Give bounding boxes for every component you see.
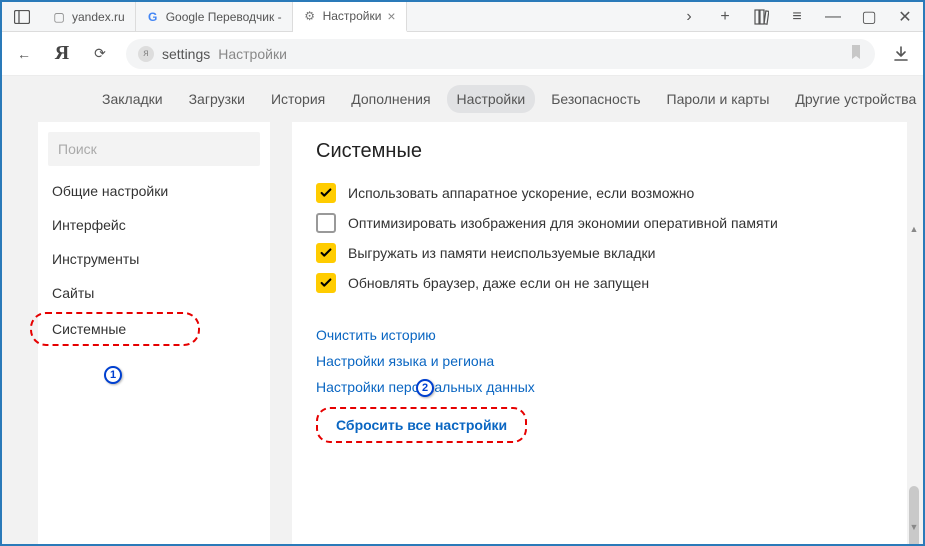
option-label: Использовать аппаратное ускорение, если … xyxy=(348,185,694,201)
menu-icon[interactable]: ≡ xyxy=(779,2,815,31)
settings-links: Очистить историю Настройки языка и регио… xyxy=(316,327,883,443)
reload-button[interactable]: ⟳ xyxy=(88,42,112,66)
link-language-region[interactable]: Настройки языка и региона xyxy=(316,353,883,369)
nav-addons[interactable]: Дополнения xyxy=(341,85,440,113)
annotation-marker-2: 2 xyxy=(416,379,434,397)
tab-settings[interactable]: ⚙ Настройки × xyxy=(293,2,407,32)
address-bar: ← Я ⟳ я settings Настройки xyxy=(2,32,923,76)
option-label: Оптимизировать изображения для экономии … xyxy=(348,215,778,231)
window-titlebar: ▢ yandex.ru G Google Переводчик - ⚙ Наст… xyxy=(2,2,923,32)
checkbox-icon[interactable] xyxy=(316,243,336,263)
scroll-down-icon[interactable]: ▼ xyxy=(907,520,921,534)
yandex-logo-icon[interactable]: Я xyxy=(50,42,74,66)
checkbox-icon[interactable] xyxy=(316,213,336,233)
checkbox-icon[interactable] xyxy=(316,183,336,203)
annotation-highlight-2: Сбросить все настройки xyxy=(316,407,527,443)
annotation-marker-1: 1 xyxy=(104,366,122,384)
settings-top-nav: Закладки Загрузки История Дополнения Нас… xyxy=(2,76,923,122)
settings-sidebar: Поиск Общие настройки Интерфейс Инструме… xyxy=(38,122,270,544)
search-placeholder: Поиск xyxy=(58,141,97,157)
nav-passwords[interactable]: Пароли и карты xyxy=(657,85,780,113)
sidebar-item-system[interactable]: Системные xyxy=(32,314,198,344)
option-optimize-images[interactable]: Оптимизировать изображения для экономии … xyxy=(316,213,883,233)
maximize-button[interactable]: ▢ xyxy=(851,2,887,31)
scroll-up-icon[interactable]: ▲ xyxy=(907,222,921,236)
vertical-scrollbar[interactable]: ▲ ▼ xyxy=(907,222,921,534)
nav-bookmarks[interactable]: Закладки xyxy=(92,85,173,113)
tab-google-translate[interactable]: G Google Переводчик - xyxy=(136,2,293,31)
sidebar-item-interface[interactable]: Интерфейс xyxy=(38,208,270,242)
favorites-icon[interactable] xyxy=(743,2,779,31)
close-window-button[interactable]: ✕ xyxy=(887,2,923,31)
site-icon: я xyxy=(138,46,154,62)
nav-security[interactable]: Безопасность xyxy=(541,85,650,113)
link-clear-history[interactable]: Очистить историю xyxy=(316,327,883,343)
option-hardware-accel[interactable]: Использовать аппаратное ускорение, если … xyxy=(316,183,883,203)
link-reset-all[interactable]: Сбросить все настройки xyxy=(336,417,507,433)
back-button[interactable]: ← xyxy=(12,42,36,66)
scroll-track[interactable] xyxy=(907,236,921,520)
omnibox[interactable]: я settings Настройки xyxy=(126,39,875,69)
page-icon: ▢ xyxy=(52,10,66,24)
page-content: Закладки Загрузки История Дополнения Нас… xyxy=(2,76,923,544)
sidebar-search[interactable]: Поиск xyxy=(48,132,260,166)
omnibox-host: settings xyxy=(162,46,210,62)
tab-yandex[interactable]: ▢ yandex.ru xyxy=(42,2,136,31)
nav-other-devices[interactable]: Другие устройства xyxy=(785,85,923,113)
option-unload-tabs[interactable]: Выгружать из памяти неиспользуемые вклад… xyxy=(316,243,883,263)
sidebar-item-tools[interactable]: Инструменты xyxy=(38,242,270,276)
nav-downloads[interactable]: Загрузки xyxy=(179,85,255,113)
sidebar-item-sites[interactable]: Сайты xyxy=(38,276,270,310)
omnibox-path: Настройки xyxy=(218,46,287,62)
option-update-browser[interactable]: Обновлять браузер, даже если он не запущ… xyxy=(316,273,883,293)
link-personal-data[interactable]: Настройки персональных данных xyxy=(316,379,883,395)
checkbox-icon[interactable] xyxy=(316,273,336,293)
annotation-highlight-1: Системные xyxy=(30,312,200,346)
option-label: Выгружать из памяти неиспользуемые вклад… xyxy=(348,245,655,261)
tab-strip: ▢ yandex.ru G Google Переводчик - ⚙ Наст… xyxy=(42,2,671,31)
downloads-icon[interactable] xyxy=(889,42,913,66)
sidebar-item-general[interactable]: Общие настройки xyxy=(38,174,270,208)
minimize-button[interactable]: — xyxy=(815,2,851,31)
scroll-thumb[interactable] xyxy=(909,486,919,544)
tab-label: yandex.ru xyxy=(72,10,125,24)
nav-history[interactable]: История xyxy=(261,85,335,113)
gear-icon: ⚙ xyxy=(303,9,317,23)
settings-main-panel: Системные Использовать аппаратное ускоре… xyxy=(292,122,907,544)
tab-label: Google Переводчик - xyxy=(166,10,282,24)
nav-settings[interactable]: Настройки xyxy=(447,85,536,113)
section-heading: Системные xyxy=(316,140,883,163)
panel-toggle-icon[interactable] xyxy=(2,2,42,31)
bookmark-icon[interactable] xyxy=(849,44,863,63)
tabs-overflow-icon[interactable]: › xyxy=(671,8,707,26)
close-tab-icon[interactable]: × xyxy=(387,8,395,24)
option-label: Обновлять браузер, даже если он не запущ… xyxy=(348,275,649,291)
tab-label: Настройки xyxy=(323,9,382,23)
new-tab-button[interactable]: + xyxy=(707,8,743,26)
google-icon: G xyxy=(146,10,160,24)
